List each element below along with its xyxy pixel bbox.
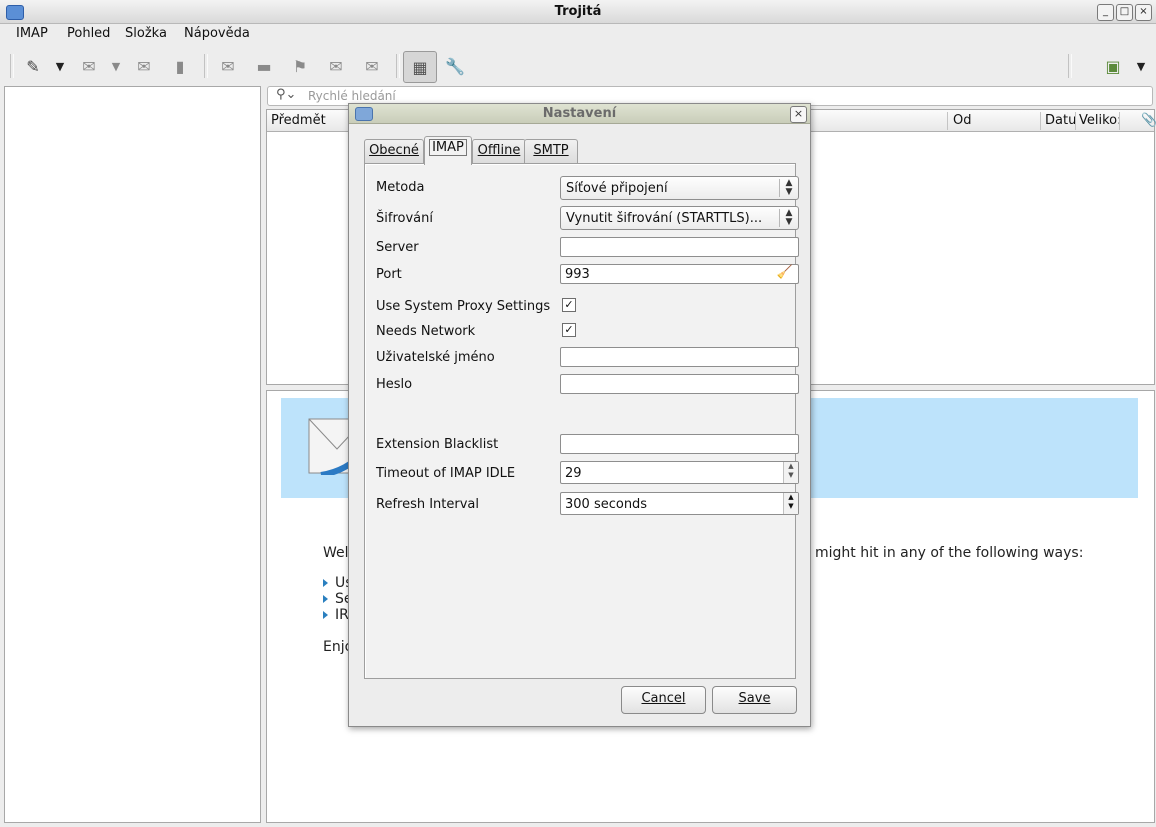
tab-smtp[interactable]: SMTP <box>524 139 578 164</box>
toolbar-separator <box>204 54 208 78</box>
method-select[interactable]: Síťové připojení ▲ ▼ <box>560 176 799 200</box>
cancel-button[interactable]: Cancel <box>621 686 706 714</box>
tab-imap[interactable]: IMAP <box>424 136 472 165</box>
menu-imap[interactable]: IMAP <box>16 26 48 41</box>
clear-field-icon[interactable]: 🧹 <box>777 265 793 280</box>
chevron-down-icon[interactable]: ▼ <box>104 54 128 78</box>
toolbar-separator <box>1068 54 1072 78</box>
window-titlebar: Trojitá _ □ × <box>0 0 1156 24</box>
chevron-down-icon[interactable]: ▼ <box>48 54 72 78</box>
dialog-close-button[interactable]: × <box>790 106 807 123</box>
close-button[interactable]: × <box>1135 4 1152 21</box>
mark-read-icon[interactable]: ✉ <box>216 54 240 78</box>
column-separator <box>1040 112 1041 130</box>
combo-arrows-icon: ▲ ▼ <box>779 209 798 227</box>
search-placeholder: Rychlé hledání <box>308 89 396 103</box>
username-label: Uživatelské jméno <box>376 350 495 365</box>
idle-timeout-value: 29 <box>565 466 582 481</box>
idle-timeout-spinbox[interactable]: 29 ▲ ▼ <box>560 461 799 484</box>
port-field[interactable]: 993 🧹 <box>560 264 799 284</box>
password-field[interactable] <box>560 374 799 394</box>
server-label: Server <box>376 240 419 255</box>
junk-icon[interactable]: ✉ <box>324 54 348 78</box>
username-field[interactable] <box>560 347 799 367</box>
tab-offline-label: Offline <box>477 143 521 158</box>
combo-arrows-icon: ▲ ▼ <box>779 179 798 197</box>
bullet-icon <box>323 611 328 619</box>
needs-network-checkbox[interactable]: ✓ <box>562 323 576 337</box>
server-field[interactable] <box>560 237 799 257</box>
attachment-icon[interactable]: 📎 <box>1141 113 1156 128</box>
menu-help[interactable]: Nápověda <box>184 26 250 41</box>
method-value: Síťové připojení <box>566 181 668 196</box>
network-online-icon[interactable]: ▣ <box>1101 54 1125 78</box>
proxy-label: Use System Proxy Settings <box>376 299 551 314</box>
flag-icon[interactable]: ⚑ <box>288 54 312 78</box>
column-from[interactable]: Od <box>953 113 971 128</box>
forward-icon[interactable]: ✉ <box>132 54 156 78</box>
column-separator <box>1119 112 1120 130</box>
search-icon: ⚲⌄ <box>276 87 297 102</box>
chevron-down-icon[interactable]: ▼ <box>1129 54 1153 78</box>
toolbar-separator <box>396 54 400 78</box>
reply-icon[interactable]: ✉ <box>77 54 101 78</box>
save-button[interactable]: Save <box>712 686 797 714</box>
tab-imap-label: IMAP <box>429 139 467 156</box>
encryption-select[interactable]: Vynutit šifrování (STARTTLS)... ▲ ▼ <box>560 206 799 230</box>
column-size[interactable]: Veliko: <box>1079 113 1122 128</box>
cancel-label: Cancel <box>641 691 686 706</box>
tab-smtp-label: SMTP <box>533 143 569 158</box>
dialog-titlebar: Nastavení × <box>349 104 810 124</box>
blacklist-field[interactable] <box>560 434 799 454</box>
compose-icon[interactable]: ✎ <box>21 54 45 78</box>
refresh-interval-label: Refresh Interval <box>376 497 480 512</box>
column-separator <box>947 112 948 130</box>
minimize-button[interactable]: _ <box>1097 4 1114 21</box>
layout-icon[interactable]: ▦ <box>403 51 437 83</box>
encryption-value: Vynutit šifrování (STARTTLS)... <box>566 211 763 226</box>
welcome-text-start: Wel <box>323 545 349 561</box>
archive-icon[interactable]: ▬ <box>252 54 276 78</box>
proxy-checkbox[interactable]: ✓ <box>562 298 576 312</box>
bullet-icon <box>323 579 328 587</box>
tab-general[interactable]: Obecné <box>364 139 424 164</box>
window-title: Trojitá <box>554 4 602 19</box>
bullet-icon <box>323 595 328 603</box>
mailbox-tree[interactable] <box>4 86 261 823</box>
password-label: Heslo <box>376 377 413 392</box>
settings-dialog: Nastavení × Obecné IMAP Offline SMTP Met… <box>348 103 811 727</box>
toolbar-grip <box>10 54 14 78</box>
blacklist-label: Extension Blacklist <box>376 437 499 452</box>
menubar: IMAP Pohled Složka Nápověda <box>0 24 1156 46</box>
port-value: 993 <box>565 267 590 282</box>
port-label: Port <box>376 267 402 282</box>
dialog-title: Nastavení <box>542 106 617 121</box>
delete-mail-icon[interactable]: ✉ <box>360 54 384 78</box>
welcome-bullet-3: IR <box>335 607 349 623</box>
welcome-text-end: might hit in any of the following ways: <box>815 545 1084 561</box>
toolbar: ✎ ▼ ✉ ▼ ✉ ▮ ✉ ▬ ⚑ ✉ ✉ ▦ 🔧 ▣ ▼ <box>0 46 1156 86</box>
column-date[interactable]: Datu <box>1045 113 1076 128</box>
column-separator <box>1075 112 1076 130</box>
refresh-interval-value: 300 seconds <box>565 497 648 512</box>
column-subject[interactable]: Předmět <box>271 113 326 128</box>
tab-general-label: Obecné <box>369 143 419 158</box>
menu-view[interactable]: Pohled <box>67 26 110 41</box>
save-label: Save <box>738 691 771 706</box>
settings-wrench-icon[interactable]: 🔧 <box>443 54 467 78</box>
tab-offline[interactable]: Offline <box>472 139 526 164</box>
imap-settings-panel: Metoda Síťové připojení ▲ ▼ Šifrování Vyn… <box>364 163 799 679</box>
method-label: Metoda <box>376 180 425 195</box>
spin-arrows-icon[interactable]: ▲ ▼ <box>783 462 798 483</box>
encryption-label: Šifrování <box>376 211 433 226</box>
menu-folder[interactable]: Složka <box>125 26 167 41</box>
refresh-interval-spinbox[interactable]: 300 seconds ▲ ▼ <box>560 492 799 515</box>
spin-arrows-icon[interactable]: ▲ ▼ <box>783 493 798 514</box>
trash-icon[interactable]: ▮ <box>168 54 192 78</box>
needs-network-label: Needs Network <box>376 324 476 339</box>
idle-timeout-label: Timeout of IMAP IDLE <box>376 466 516 481</box>
maximize-button[interactable]: □ <box>1116 4 1133 21</box>
